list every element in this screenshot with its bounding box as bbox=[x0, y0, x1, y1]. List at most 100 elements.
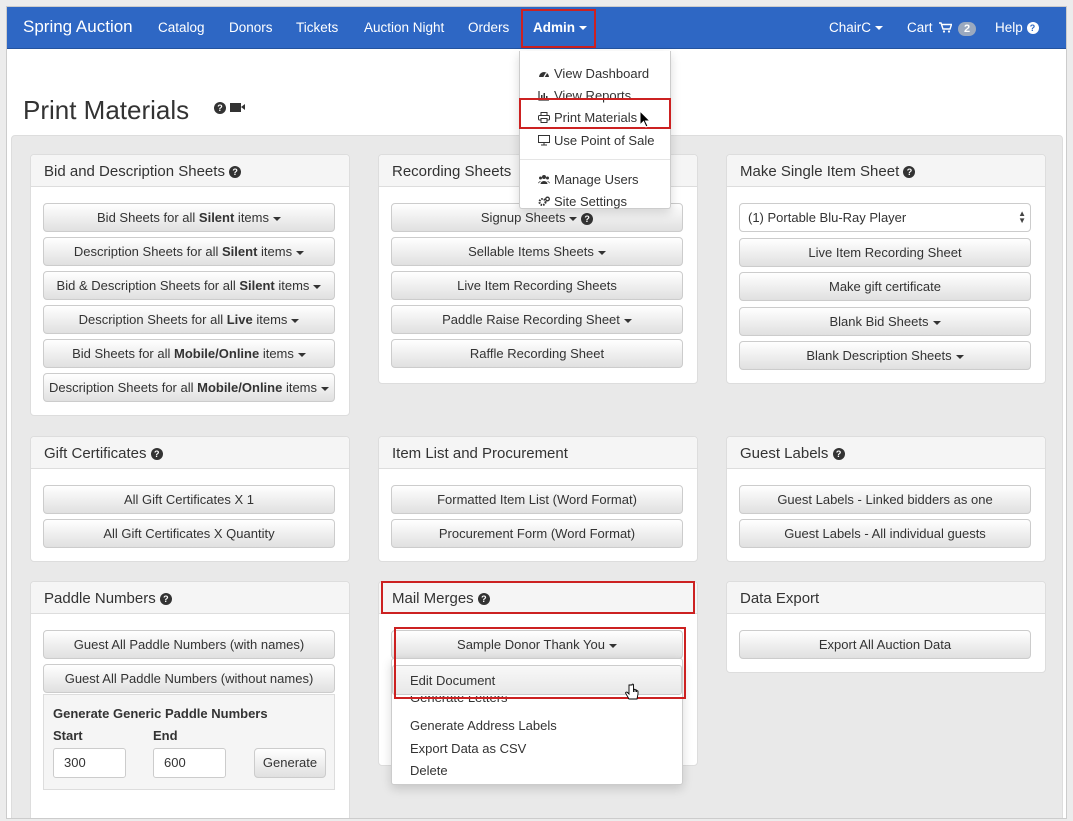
paddle-with-names-button[interactable]: Guest All Paddle Numbers (with names) bbox=[43, 630, 335, 659]
nav-donors[interactable]: Donors bbox=[229, 20, 273, 35]
sample-donor-thank-you-button[interactable]: Sample Donor Thank You bbox=[391, 630, 683, 659]
menu-export-csv[interactable]: Export Data as CSV bbox=[410, 741, 526, 756]
export-all-data-button[interactable]: Export All Auction Data bbox=[739, 630, 1031, 659]
live-item-recording-sheets-button[interactable]: Live Item Recording Sheets bbox=[391, 271, 683, 300]
panel-bid-description: Bid and Description Sheets ? Bid Sheets … bbox=[30, 154, 350, 416]
description-sheets-silent-button[interactable]: Description Sheets for all Silent items bbox=[43, 237, 335, 266]
blank-description-sheets-button[interactable]: Blank Description Sheets bbox=[739, 341, 1031, 370]
live-item-recording-sheet-button[interactable]: Live Item Recording Sheet bbox=[739, 238, 1031, 267]
paddle-without-names-button[interactable]: Guest All Paddle Numbers (without names) bbox=[43, 664, 335, 693]
menu-view-reports[interactable]: View Reports bbox=[538, 88, 631, 103]
nav-tickets[interactable]: Tickets bbox=[296, 20, 338, 35]
generate-paddle-section: Generate Generic Paddle Numbers Start En… bbox=[43, 694, 335, 790]
panel-heading: Paddle Numbers ? bbox=[31, 582, 349, 614]
generate-button[interactable]: Generate bbox=[254, 748, 326, 778]
panel-title: Recording Sheets bbox=[392, 163, 512, 180]
procurement-form-button[interactable]: Procurement Form (Word Format) bbox=[391, 519, 683, 548]
brand-link[interactable]: Spring Auction bbox=[23, 17, 133, 37]
raffle-recording-button[interactable]: Raffle Recording Sheet bbox=[391, 339, 683, 368]
all-gift-certs-x1-button[interactable]: All Gift Certificates X 1 bbox=[43, 485, 335, 514]
nav-admin[interactable]: Admin bbox=[533, 20, 587, 35]
menu-point-of-sale[interactable]: Use Point of Sale bbox=[538, 133, 654, 148]
chevron-down-icon bbox=[297, 352, 306, 357]
btn-text: items bbox=[274, 278, 310, 293]
menu-print-materials[interactable]: Print Materials bbox=[538, 110, 637, 125]
bid-sheets-mobile-button[interactable]: Bid Sheets for all Mobile/Online items bbox=[43, 339, 335, 368]
end-label: End bbox=[153, 728, 178, 743]
mail-merge-menu: Edit Document Generate Letters Generate … bbox=[391, 658, 683, 785]
item-select[interactable]: (1) Portable Blu-Ray Player ▲ ▼ bbox=[739, 203, 1031, 232]
panel-heading: Data Export bbox=[727, 582, 1045, 614]
dashboard-icon bbox=[539, 72, 549, 78]
app-window: Spring Auction Catalog Donors Tickets Au… bbox=[6, 6, 1067, 819]
nav-orders[interactable]: Orders bbox=[468, 20, 509, 35]
nav-auction-night[interactable]: Auction Night bbox=[364, 20, 444, 35]
all-gift-certs-quantity-button[interactable]: All Gift Certificates X Quantity bbox=[43, 519, 335, 548]
chevron-down-icon bbox=[291, 318, 300, 323]
help-icon[interactable]: ? bbox=[832, 448, 845, 461]
guest-labels-individual-button[interactable]: Guest Labels - All individual guests bbox=[739, 519, 1031, 548]
btn-text: Paddle Raise Recording Sheet bbox=[442, 312, 620, 327]
chevron-down-icon bbox=[296, 250, 305, 255]
panel-title: Mail Merges bbox=[392, 590, 474, 607]
page-title: Print Materials bbox=[23, 95, 190, 125]
menu-generate-letters[interactable]: Generate Letters bbox=[410, 696, 508, 706]
top-navbar: Spring Auction Catalog Donors Tickets Au… bbox=[7, 7, 1066, 49]
btn-text: Sample Donor Thank You bbox=[457, 637, 605, 652]
help-icon[interactable]: ? bbox=[214, 101, 226, 114]
chevron-down-icon bbox=[321, 386, 330, 391]
start-input[interactable]: 300 bbox=[53, 748, 126, 778]
menu-view-dashboard[interactable]: View Dashboard bbox=[538, 66, 649, 81]
guest-labels-linked-button[interactable]: Guest Labels - Linked bidders as one bbox=[739, 485, 1031, 514]
help-icon[interactable]: ? bbox=[150, 448, 163, 461]
btn-text: Bid Sheets for all bbox=[97, 210, 199, 225]
formatted-item-list-button[interactable]: Formatted Item List (Word Format) bbox=[391, 485, 683, 514]
menu-edit-document[interactable]: Edit Document bbox=[410, 673, 495, 688]
btn-bold: Silent bbox=[222, 244, 258, 259]
cart-count-badge: 2 bbox=[958, 22, 977, 36]
chevron-down-icon bbox=[597, 250, 606, 255]
help-icon[interactable]: ? bbox=[477, 593, 490, 606]
nav-catalog[interactable]: Catalog bbox=[158, 20, 205, 35]
bid-sheets-silent-button[interactable]: Bid Sheets for all Silent items bbox=[43, 203, 335, 232]
nav-cart[interactable]: Cart 2 bbox=[907, 20, 977, 36]
nav-admin-label: Admin bbox=[533, 20, 575, 35]
admin-dropdown-menu: View Dashboard View Reports Print Materi… bbox=[519, 51, 671, 209]
menu-delete[interactable]: Delete bbox=[410, 763, 448, 778]
sellable-items-sheets-button[interactable]: Sellable Items Sheets bbox=[391, 237, 683, 266]
description-sheets-live-button[interactable]: Description Sheets for all Live items bbox=[43, 305, 335, 334]
end-input[interactable]: 600 bbox=[153, 748, 226, 778]
panel-title: Item List and Procurement bbox=[392, 445, 568, 462]
generate-paddle-title: Generate Generic Paddle Numbers bbox=[53, 706, 268, 721]
help-icon[interactable]: ? bbox=[581, 212, 594, 225]
menu-label: Site Settings bbox=[554, 194, 627, 209]
help-icon[interactable]: ? bbox=[903, 166, 916, 179]
bid-description-silent-button[interactable]: Bid & Description Sheets for all Silent … bbox=[43, 271, 335, 300]
panel-title: Gift Certificates bbox=[44, 445, 147, 462]
panel-heading: Make Single Item Sheet ? bbox=[727, 155, 1045, 187]
user-name: ChairC bbox=[829, 20, 872, 35]
panel-heading: Guest Labels ? bbox=[727, 437, 1045, 469]
btn-text: items bbox=[259, 346, 294, 361]
menu-site-settings[interactable]: Site Settings bbox=[538, 194, 627, 209]
updown-arrows-icon: ▲ ▼ bbox=[1018, 209, 1026, 225]
help-icon[interactable]: ? bbox=[159, 593, 172, 606]
btn-text: Description Sheets for all bbox=[73, 244, 223, 259]
nav-help[interactable]: Help ? bbox=[995, 20, 1039, 35]
paddle-raise-recording-button[interactable]: Paddle Raise Recording Sheet bbox=[391, 305, 683, 334]
panel-title: Paddle Numbers bbox=[44, 590, 156, 607]
help-icon[interactable]: ? bbox=[229, 166, 242, 179]
menu-label: View Reports bbox=[554, 88, 632, 103]
menu-generate-address-labels[interactable]: Generate Address Labels bbox=[410, 718, 557, 733]
menu-label: View Dashboard bbox=[554, 66, 650, 81]
make-gift-certificate-button[interactable]: Make gift certificate bbox=[739, 272, 1031, 301]
video-camera-icon[interactable] bbox=[230, 103, 245, 113]
btn-text: items bbox=[257, 244, 293, 259]
menu-divider bbox=[520, 159, 670, 160]
description-sheets-mobile-button[interactable]: Description Sheets for all Mobile/Online… bbox=[43, 373, 335, 402]
nav-user-menu[interactable]: ChairC bbox=[829, 20, 884, 35]
start-label: Start bbox=[53, 728, 83, 743]
btn-text: Description Sheets for all bbox=[48, 380, 198, 395]
blank-bid-sheets-button[interactable]: Blank Bid Sheets bbox=[739, 307, 1031, 336]
menu-manage-users[interactable]: Manage Users bbox=[538, 172, 639, 187]
